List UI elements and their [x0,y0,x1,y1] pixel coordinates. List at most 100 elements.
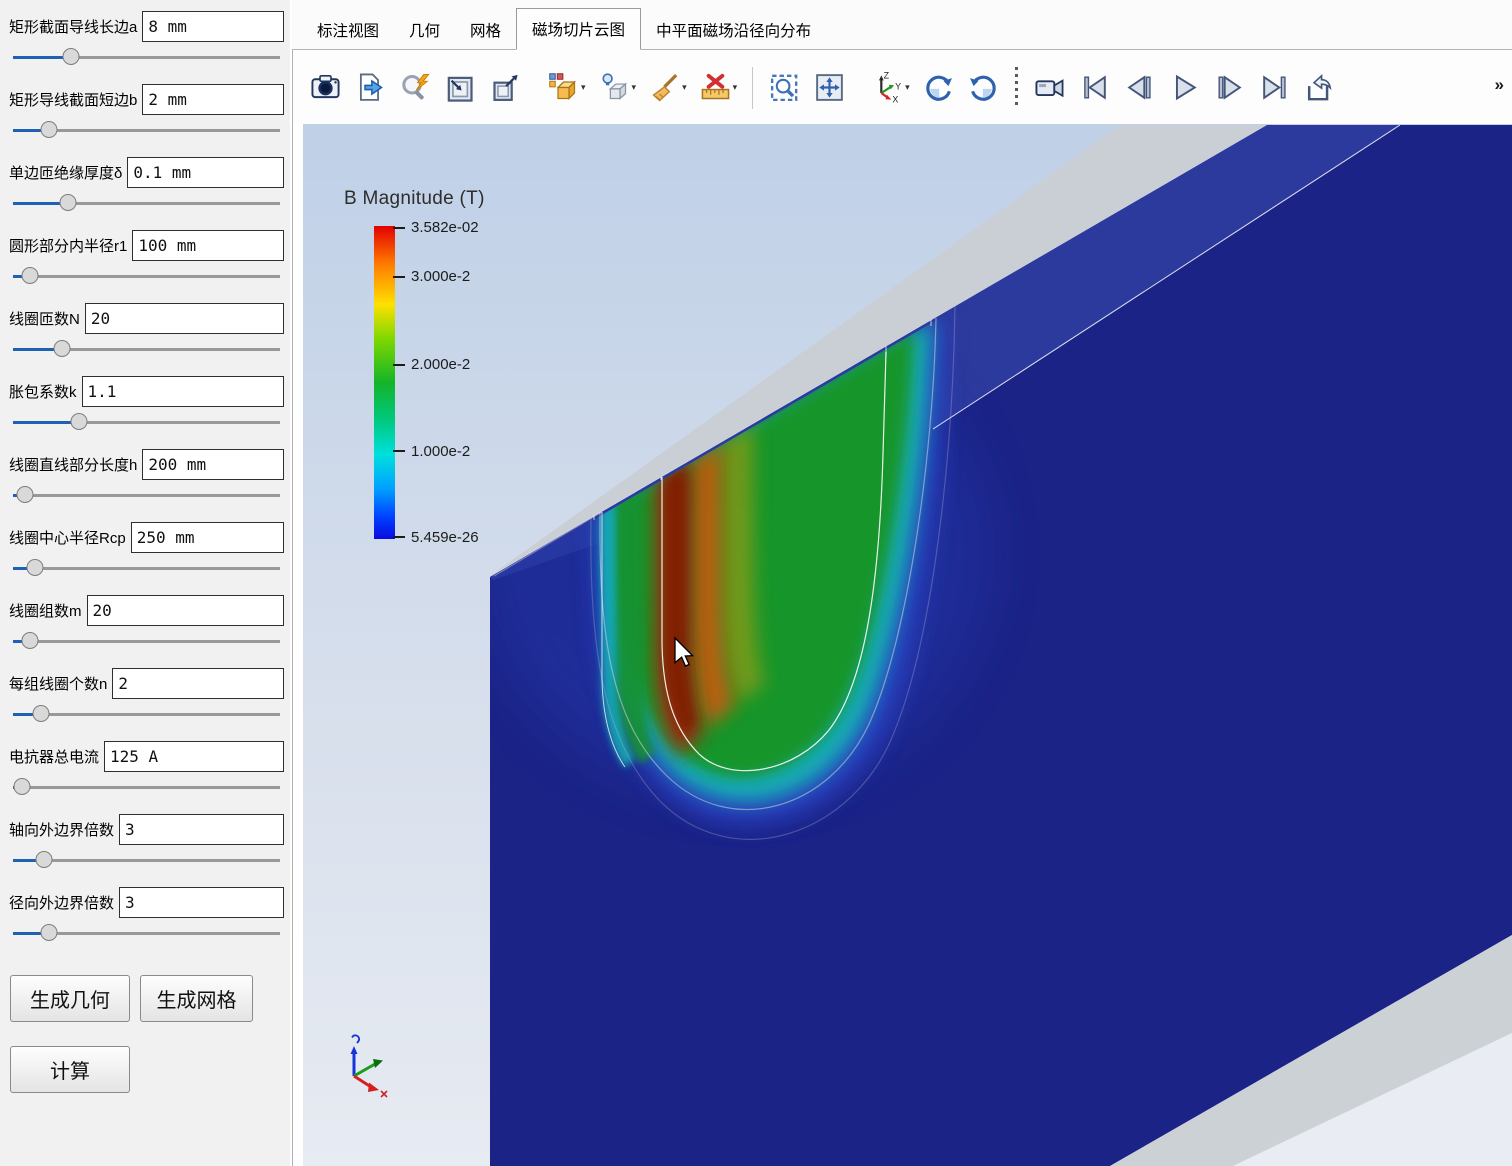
parameter-label: 胀包系数k [9,381,77,402]
slider-track[interactable] [13,713,280,716]
colorbar-title: B Magnitude (T) [344,188,485,210]
toolbar-icons: ▾▾▾▾ZYX▾ [303,64,1342,112]
parameter-input[interactable]: 2 mm [142,84,284,115]
tab-几何[interactable]: 几何 [394,11,455,49]
parameter-input[interactable]: 200 mm [142,449,284,480]
slider-track[interactable] [13,494,280,497]
generate-mesh-button[interactable]: 生成网格 [140,975,253,1022]
slider-thumb[interactable] [13,778,30,795]
delete-dimension-icon[interactable]: ▾ [694,64,743,112]
tick-label: 3.000e-2 [411,268,470,285]
slider-thumb[interactable] [21,632,38,649]
parameter-row: 径向外边界倍数 3 [0,876,290,949]
zoom-area-icon[interactable] [763,64,806,112]
record-video-icon[interactable] [1028,64,1071,112]
parameter-slider[interactable] [11,189,282,217]
parameter-input[interactable]: 20 [87,595,285,626]
tab-中平面磁场沿径向分布[interactable]: 中平面磁场沿径向分布 [641,11,826,49]
parameter-input[interactable]: 0.1 mm [127,157,284,188]
tab-磁场切片云图[interactable]: 磁场切片云图 [516,8,641,50]
calculate-button[interactable]: 计算 [10,1046,130,1093]
parameter-input[interactable]: 125 A [104,741,284,772]
export-animation-icon[interactable] [1298,64,1341,112]
parameter-label: 径向外边界倍数 [9,892,114,913]
parameter-slider[interactable] [11,554,282,582]
slider-track[interactable] [13,275,280,278]
parameter-slider[interactable] [11,262,282,290]
parameter-row: 每组线圈个数n 2 [0,657,290,730]
pan-icon[interactable] [808,64,851,112]
slider-thumb[interactable] [62,48,79,65]
slider-thumb[interactable] [35,851,52,868]
slider-track[interactable] [13,567,280,570]
parameter-slider[interactable] [11,335,282,363]
dropdown-arrow-icon[interactable]: ▾ [905,82,910,93]
tick-label: 3.582e-02 [411,219,479,236]
appearance-icon[interactable]: ▾ [593,64,642,112]
step-forward-icon[interactable] [1208,64,1251,112]
slider-thumb[interactable] [40,924,57,941]
parameter-row: 矩形截面导线长边a 8 mm [0,0,290,73]
tab-bar: 标注视图几何网格磁场切片云图中平面磁场沿径向分布 [292,0,1512,50]
parameter-row: 矩形导线截面短边b 2 mm [0,73,290,146]
slider-thumb[interactable] [54,340,71,357]
svg-text:X: X [892,95,898,104]
parameter-slider[interactable] [11,919,282,947]
tab-网格[interactable]: 网格 [455,11,516,49]
parameter-row: 轴向外边界倍数 3 [0,803,290,876]
go-last-icon[interactable] [1253,64,1296,112]
parameter-slider[interactable] [11,773,282,801]
tick-label: 2.000e-2 [411,356,470,373]
parameter-slider[interactable] [11,627,282,655]
slider-thumb[interactable] [21,267,38,284]
slider-thumb[interactable] [59,194,76,211]
parameter-input[interactable]: 1.1 [82,376,284,407]
parameter-label: 轴向外边界倍数 [9,819,114,840]
parameter-input[interactable]: 2 [112,668,284,699]
parameter-input[interactable]: 250 mm [131,522,284,553]
tick-label: 5.459e-26 [411,529,479,546]
dropdown-arrow-icon[interactable]: ▾ [733,82,738,93]
view-orientation-icon[interactable]: ZYX▾ [866,64,915,112]
generate-geometry-button[interactable]: 生成几何 [10,975,130,1022]
tick-dash [393,364,405,366]
toolbar-overflow-chevron-icon[interactable]: » [1495,75,1504,95]
export-image-icon[interactable] [349,64,392,112]
dropdown-arrow-icon[interactable]: ▾ [682,82,687,93]
tab-标注视图[interactable]: 标注视图 [302,11,394,49]
parameter-input[interactable]: 8 mm [142,11,284,42]
parameter-slider[interactable] [11,846,282,874]
parameter-slider[interactable] [11,116,282,144]
slider-track[interactable] [13,859,280,862]
parameter-input[interactable]: 3 [119,887,284,918]
zoom-in-box-icon[interactable] [439,64,482,112]
parameter-slider[interactable] [11,43,282,71]
parameter-slider[interactable] [11,408,282,436]
parameter-slider[interactable] [11,481,282,509]
parameter-input[interactable]: 20 [85,303,284,334]
zoom-fit-icon[interactable] [394,64,437,112]
slider-thumb[interactable] [70,413,87,430]
play-icon[interactable] [1163,64,1206,112]
slider-track[interactable] [13,786,280,789]
svg-text:Z: Z [884,71,890,80]
slider-thumb[interactable] [27,559,44,576]
go-first-icon[interactable] [1073,64,1116,112]
zoom-out-box-icon[interactable] [484,64,527,112]
camera-icon[interactable] [304,64,347,112]
display-style-icon[interactable]: ▾ [542,64,591,112]
rotate-ccw-icon[interactable] [962,64,1005,112]
step-back-icon[interactable] [1118,64,1161,112]
parameter-input[interactable]: 3 [119,814,284,845]
slider-thumb[interactable] [40,121,57,138]
parameter-input[interactable]: 100 mm [132,230,284,261]
rotate-cw-icon[interactable] [917,64,960,112]
slider-thumb[interactable] [16,486,33,503]
clean-screen-icon[interactable]: ▾ [643,64,692,112]
dropdown-arrow-icon[interactable]: ▾ [632,82,637,93]
slider-thumb[interactable] [32,705,49,722]
3d-viewport[interactable]: B Magnitude (T) 3.582e-02 3.000e-2 2.000e-… [303,124,1512,1166]
slider-track[interactable] [13,640,280,643]
dropdown-arrow-icon[interactable]: ▾ [581,82,586,93]
parameter-slider[interactable] [11,700,282,728]
